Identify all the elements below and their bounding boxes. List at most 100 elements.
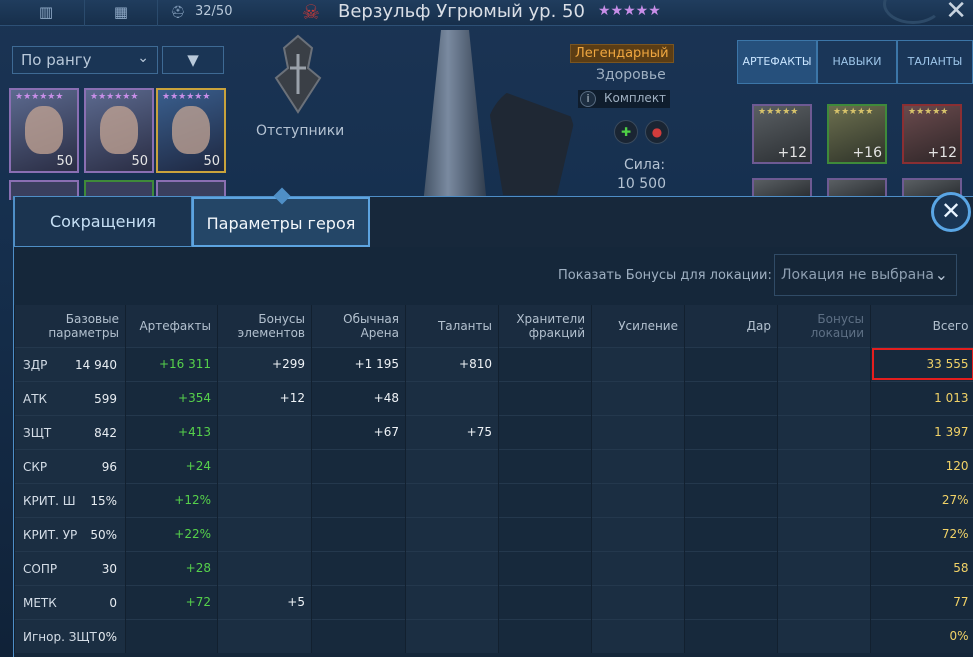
- hero-card[interactable]: ★★★★★★ 50: [9, 88, 79, 173]
- artifact-level: +12: [777, 145, 807, 161]
- stat-name-cell: СКР 96: [14, 448, 126, 483]
- artifacts-bonus: +354: [125, 380, 218, 415]
- tab-skills[interactable]: НАВЫКИ: [817, 40, 897, 84]
- enhancement-bonus: [591, 448, 685, 483]
- talents-bonus: [405, 380, 499, 415]
- list-view-icon[interactable]: ▥: [36, 3, 56, 21]
- stat-name: СОПР: [23, 561, 58, 576]
- talents-bonus: [405, 482, 499, 517]
- faction-guardians-bonus: [498, 346, 592, 381]
- location-bonus: [777, 584, 871, 619]
- elements-bonus: [217, 414, 312, 449]
- stat-name: ЗДР: [23, 357, 48, 372]
- stat-row: СКР 96 +24 120: [14, 448, 973, 483]
- column-header: Всего: [870, 305, 973, 347]
- column-header: Артефакты: [125, 305, 218, 347]
- filter-icon: ▼: [187, 51, 199, 69]
- stats-table: Базовые параметры Артефакты Бонусы элеме…: [14, 305, 973, 653]
- hero-portrait: [172, 106, 210, 154]
- artifacts-bonus: +24: [125, 448, 218, 483]
- chevron-down-icon: ⌄: [934, 265, 948, 284]
- hero-card-stars: ★★★★★★: [15, 92, 64, 102]
- stat-total: 1 397: [870, 414, 973, 449]
- stat-name-cell: ЗЩТ 842: [14, 414, 126, 449]
- faction-guardians-bonus: [498, 482, 592, 517]
- set-bonus-icon: ●: [645, 120, 669, 144]
- artifacts-bonus: +72: [125, 584, 218, 619]
- stat-name: МЕТК: [23, 595, 57, 610]
- artifact-slot[interactable]: [752, 178, 812, 198]
- artifacts-bonus: +22%: [125, 516, 218, 551]
- faction-emblem-icon: [274, 34, 322, 114]
- faction-guardians-bonus: [498, 618, 592, 653]
- elements-bonus: +299: [217, 346, 312, 381]
- gift-bonus: [684, 380, 778, 415]
- location-bonus: [777, 346, 871, 381]
- location-select-value: Локация не выбрана: [781, 267, 934, 283]
- close-screen-icon[interactable]: ✕: [945, 0, 967, 26]
- faction-guardians-bonus: [498, 380, 592, 415]
- arena-bonus: [311, 482, 406, 517]
- stat-base-value: 0%: [97, 629, 117, 644]
- hero-card-selected[interactable]: ★★★★★★ 50: [156, 88, 226, 173]
- column-header: Обычная Арена: [311, 305, 406, 347]
- gift-bonus: [684, 516, 778, 551]
- decorative-arc: [883, 0, 943, 24]
- column-header: Базовые параметры: [14, 305, 126, 347]
- stat-total: 27%: [870, 482, 973, 517]
- arena-bonus: [311, 618, 406, 653]
- stat-base-value: 30: [101, 561, 117, 576]
- location-bonus: [777, 516, 871, 551]
- table-header-row: Базовые параметры Артефакты Бонусы элеме…: [14, 305, 973, 347]
- tab-talents[interactable]: ТАЛАНТЫ: [897, 40, 973, 84]
- divider: [84, 0, 85, 26]
- stat-total: 72%: [870, 516, 973, 551]
- sort-select[interactable]: По рангу ⌄: [12, 46, 158, 74]
- stat-base-value: 14 940: [75, 357, 117, 372]
- talents-bonus: [405, 584, 499, 619]
- stat-name-cell: КРИТ. УР 50%: [14, 516, 126, 551]
- gift-bonus: [684, 448, 778, 483]
- elements-bonus: [217, 516, 312, 551]
- location-bonus: [777, 482, 871, 517]
- artifact-slot[interactable]: ★★★★★ +16: [827, 104, 887, 164]
- arena-bonus: [311, 550, 406, 585]
- set-row[interactable]: i Комплект: [578, 90, 670, 108]
- artifact-slot[interactable]: ★★★★★ +12: [752, 104, 812, 164]
- hero-count: 32/50: [195, 4, 233, 19]
- tab-abbreviations[interactable]: Сокращения: [14, 197, 192, 247]
- health-label: Здоровье: [596, 67, 666, 83]
- grid-view-icon[interactable]: ▦: [111, 3, 131, 21]
- stat-total: 0%: [870, 618, 973, 653]
- artifacts-bonus: +28: [125, 550, 218, 585]
- stat-row: СОПР 30 +28 58: [14, 550, 973, 585]
- tab-hero-parameters[interactable]: Параметры героя: [192, 197, 370, 247]
- stat-name: КРИТ. УР: [23, 527, 78, 542]
- gift-bonus: [684, 482, 778, 517]
- filter-button[interactable]: ▼: [162, 46, 224, 74]
- chevron-down-icon: ⌄: [137, 50, 149, 66]
- stat-name-cell: АТК 599: [14, 380, 126, 415]
- power-value: 10 500: [617, 176, 666, 192]
- location-select[interactable]: Локация не выбрана ⌄: [774, 254, 957, 296]
- enhancement-bonus: [591, 414, 685, 449]
- artifact-slot[interactable]: ★★★★★ +12: [902, 104, 962, 164]
- artifacts-bonus: +413: [125, 414, 218, 449]
- gift-bonus: [684, 550, 778, 585]
- close-modal-button[interactable]: ✕: [931, 192, 971, 232]
- arena-bonus: +67: [311, 414, 406, 449]
- artifacts-bonus: [125, 618, 218, 653]
- talents-bonus: +75: [405, 414, 499, 449]
- artifacts-bonus: +12%: [125, 482, 218, 517]
- artifacts-bonus: +16 311: [125, 346, 218, 381]
- artifact-slot[interactable]: [827, 178, 887, 198]
- talents-bonus: [405, 516, 499, 551]
- info-icon[interactable]: i: [580, 91, 596, 107]
- enhancement-bonus: [591, 482, 685, 517]
- stat-name-cell: Игнор. ЗЩТ 0%: [14, 618, 126, 653]
- hero-card[interactable]: ★★★★★★ 50: [84, 88, 154, 173]
- set-bonus-icon: ✚: [614, 120, 638, 144]
- power-label: Сила:: [624, 157, 666, 173]
- tab-artifacts[interactable]: АРТЕФАКТЫ: [737, 40, 817, 84]
- stat-base-value: 96: [101, 459, 117, 474]
